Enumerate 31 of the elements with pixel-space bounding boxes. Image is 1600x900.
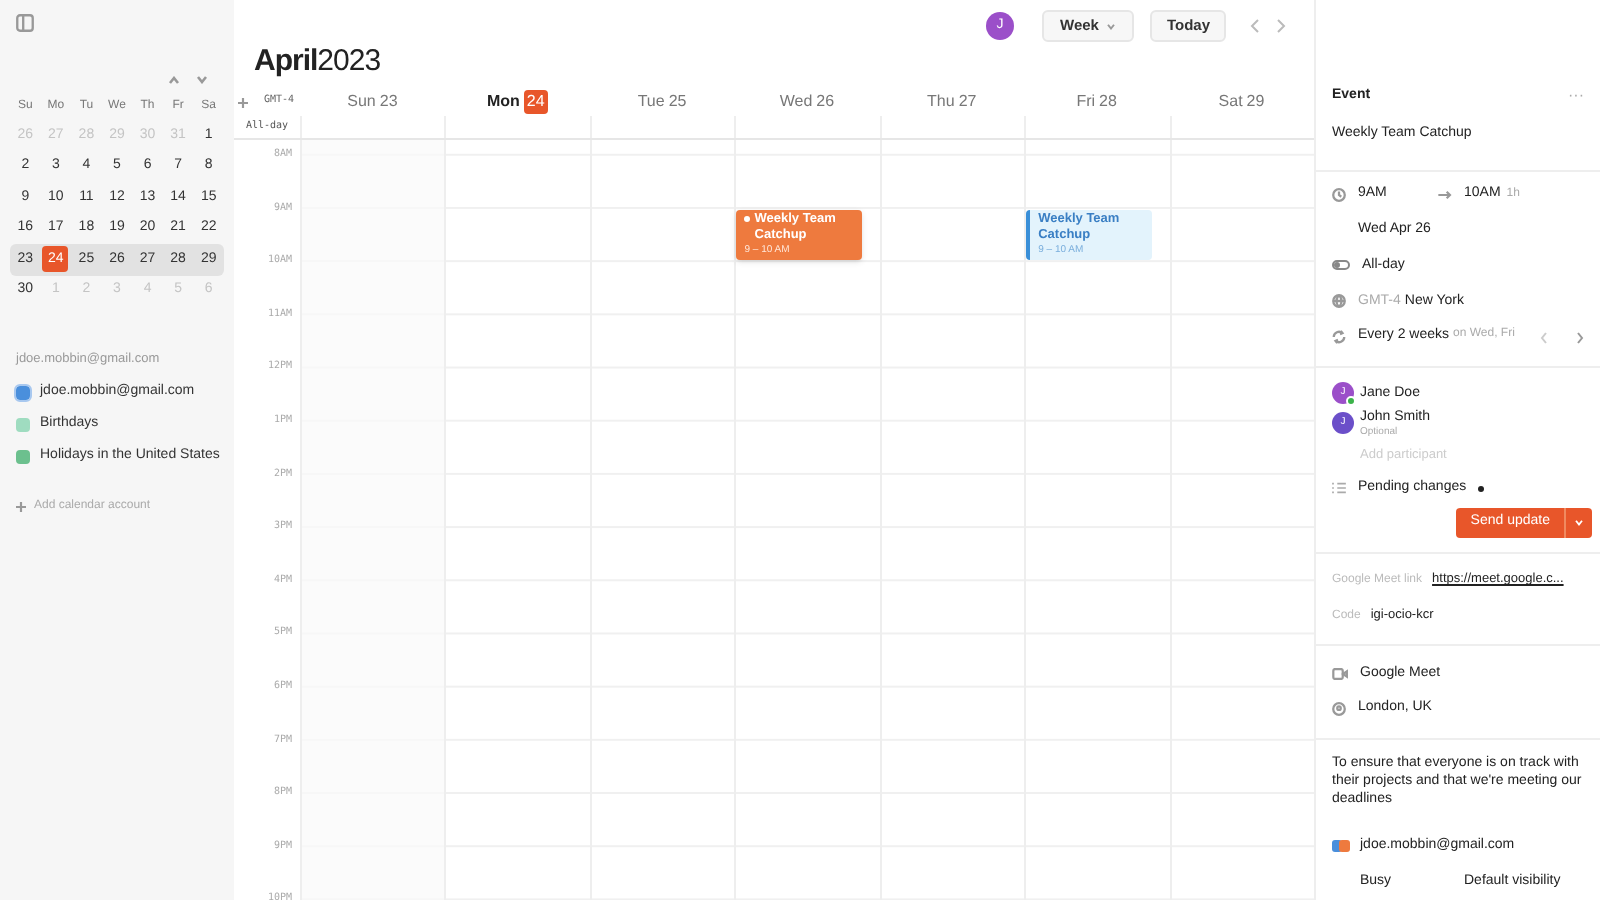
day-header[interactable]: Thu 27: [879, 90, 1025, 114]
list-icon: [1332, 482, 1346, 495]
all-day-toggle[interactable]: [1332, 260, 1350, 271]
calendar-checkbox[interactable]: [16, 417, 30, 432]
calendar-checkbox[interactable]: [16, 449, 30, 464]
day-header[interactable]: Tue 25: [589, 90, 735, 114]
arrow-icon: [1438, 189, 1452, 200]
day-header[interactable]: Fri 28: [1024, 90, 1170, 114]
calendar-checkbox[interactable]: [16, 385, 30, 400]
day-header[interactable]: Wed 26: [734, 90, 880, 114]
previous-month-icon[interactable]: [168, 76, 180, 84]
day-column[interactable]: [300, 140, 445, 900]
clock-icon: [1332, 187, 1346, 202]
next-month-icon[interactable]: [196, 76, 208, 84]
plus-icon[interactable]: [238, 97, 248, 107]
day-header[interactable]: Mon 24: [444, 90, 590, 114]
plus-icon: [16, 501, 26, 512]
globe-icon: [1332, 294, 1346, 309]
calendar-color-icon: [1332, 840, 1350, 853]
caret-icon: [1106, 23, 1117, 29]
previous-week-icon[interactable]: [1250, 18, 1260, 34]
location-icon: [1332, 702, 1346, 717]
next-icon[interactable]: [1576, 331, 1584, 344]
repeat-icon: [1332, 330, 1346, 345]
previous-icon[interactable]: [1540, 331, 1548, 344]
next-week-icon[interactable]: [1276, 18, 1286, 34]
day-header[interactable]: Sat 29: [1169, 90, 1314, 114]
sidebar-toggle-icon[interactable]: [16, 13, 34, 31]
day-header[interactable]: Sun 23: [300, 90, 445, 114]
video-icon: [1332, 667, 1348, 680]
month-title: April2023: [252, 48, 383, 81]
